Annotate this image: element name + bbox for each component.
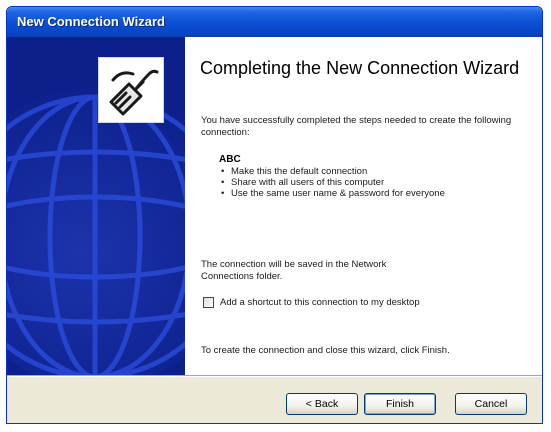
window-title: New Connection Wizard <box>17 14 165 29</box>
saved-location-note: The connection will be saved in the Netw… <box>201 259 387 282</box>
list-item: • Make this the default connection <box>221 166 368 177</box>
connection-options-list: • Make this the default connection • Share… <box>221 166 445 199</box>
shortcut-checkbox-label[interactable]: Add a shortcut to this connection to my … <box>220 297 420 308</box>
cancel-button[interactable]: Cancel <box>455 393 527 415</box>
intro-text: You have successfully completed the step… <box>201 115 512 138</box>
finish-instruction: To create the connection and close this … <box>201 345 450 356</box>
page-title: Completing the New Connection Wizard <box>200 58 520 78</box>
list-item: • Share with all users of this computer <box>221 177 385 188</box>
list-item: • Use the same user name & password for e… <box>221 188 445 199</box>
shortcut-checkbox-row[interactable]: Add a shortcut to this connection to my … <box>203 295 420 309</box>
title-bar[interactable]: New Connection Wizard <box>7 7 542 37</box>
connection-name: ABC <box>219 154 241 165</box>
wizard-window: New Connection Wizard Completing the New… <box>6 6 543 424</box>
footer-divider <box>7 375 542 377</box>
network-cable-plug-icon <box>98 57 164 123</box>
shortcut-checkbox[interactable] <box>203 296 214 308</box>
finish-button[interactable]: Finish <box>364 393 436 415</box>
wizard-content: Completing the New Connection Wizard You… <box>185 37 542 375</box>
wizard-side-panel <box>7 37 185 375</box>
back-button[interactable]: < Back <box>286 393 358 415</box>
